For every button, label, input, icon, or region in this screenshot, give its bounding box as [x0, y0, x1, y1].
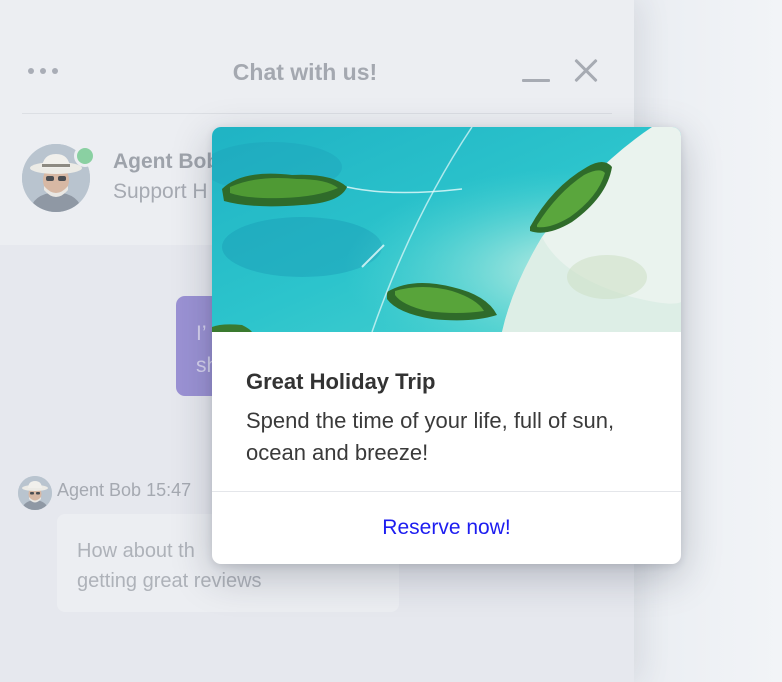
promo-title: Great Holiday Trip: [246, 369, 436, 394]
promo-description: Spend the time of your life, full of sun…: [246, 408, 615, 465]
agent-message-line: getting great reviews: [77, 570, 262, 592]
agent-name: Agent Bob: [113, 150, 220, 173]
promo-image: [212, 127, 681, 333]
agent-role: Support H: [113, 180, 208, 203]
close-icon[interactable]: [570, 56, 602, 86]
promo-card: Great Holiday Trip Spend the time of you…: [212, 127, 681, 564]
minimize-icon[interactable]: [520, 58, 552, 84]
agent-message-meta: Agent Bob 15:47: [57, 480, 192, 500]
chat-title: Chat with us!: [232, 59, 378, 85]
reserve-now-button[interactable]: Reserve now!: [212, 492, 681, 564]
agent-message-avatar: [18, 476, 52, 510]
header-divider: [22, 113, 612, 114]
more-dots-icon[interactable]: [28, 58, 68, 84]
online-status-dot: [74, 145, 96, 167]
